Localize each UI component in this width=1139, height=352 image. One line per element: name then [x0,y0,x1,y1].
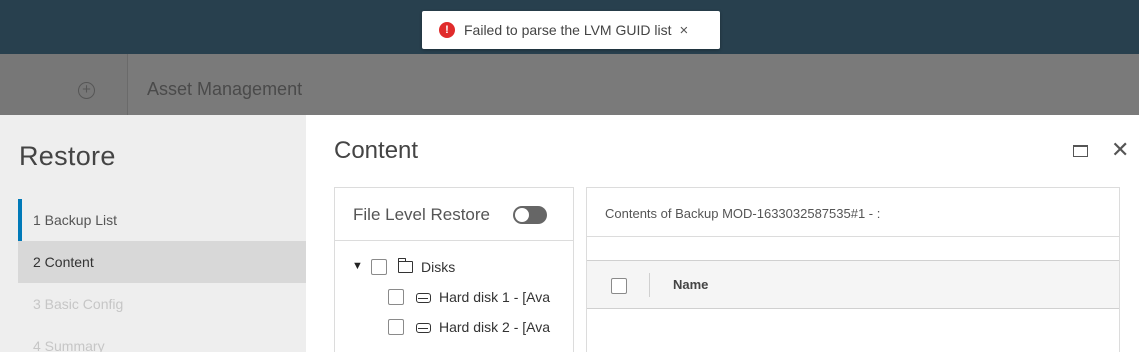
toast-close-icon[interactable]: × [679,23,688,38]
close-icon[interactable]: ✕ [1111,139,1129,161]
toggle-knob [515,208,529,222]
wizard-title: Restore [19,141,116,171]
background-app-header: + Asset Management [0,54,1139,115]
hard-disk-1-checkbox[interactable] [388,289,404,305]
select-all-checkbox[interactable] [611,278,627,294]
column-header-name[interactable]: Name [673,277,708,292]
add-circle-icon: + [78,82,95,99]
hard-disk-icon [416,323,431,333]
column-divider [649,273,650,297]
error-toast: ! Failed to parse the LVM GUID list × [422,11,720,49]
backup-contents-heading: Contents of Backup MOD-1633032587535#1 -… [605,206,881,221]
wizard-step-backup-list[interactable]: 1 Backup List [18,199,306,241]
wizard-step-content[interactable]: 2 Content [18,241,306,283]
top-header-bar: ! Failed to parse the LVM GUID list × [0,0,1139,54]
maximize-icon[interactable] [1073,145,1088,157]
caret-down-icon[interactable]: ▼ [352,260,363,272]
tree-node-hard-disk-1[interactable]: Hard disk 1 - [Ava [439,289,557,305]
wizard-step-summary: 4 Summary [33,338,105,352]
background-nav-rail: + [0,54,128,115]
wizard-sidebar: Restore 1 Backup List 2 Content 3 Basic … [0,115,306,352]
tree-node-disks[interactable]: Disks [421,259,455,275]
file-level-restore-toggle[interactable] [513,206,547,224]
disks-checkbox[interactable] [371,259,387,275]
background-page-title: Asset Management [147,79,303,99]
error-icon: ! [439,22,455,38]
file-level-restore-label: File Level Restore [353,205,491,224]
wizard-step-basic-config: 3 Basic Config [33,296,124,312]
toast-message: Failed to parse the LVM GUID list [464,22,672,38]
content-title: Content [334,137,419,164]
divider [587,236,1119,237]
file-tree-panel: File Level Restore ▼ Disks Hard disk 1 -… [334,187,574,352]
backup-contents-panel: Contents of Backup MOD-1633032587535#1 -… [586,187,1120,352]
tree-node-hard-disk-2[interactable]: Hard disk 2 - [Ava [439,319,557,335]
folder-icon [397,258,413,273]
datagrid-header: Name [587,260,1119,309]
divider [335,240,573,241]
hard-disk-icon [416,293,431,303]
hard-disk-2-checkbox[interactable] [388,319,404,335]
